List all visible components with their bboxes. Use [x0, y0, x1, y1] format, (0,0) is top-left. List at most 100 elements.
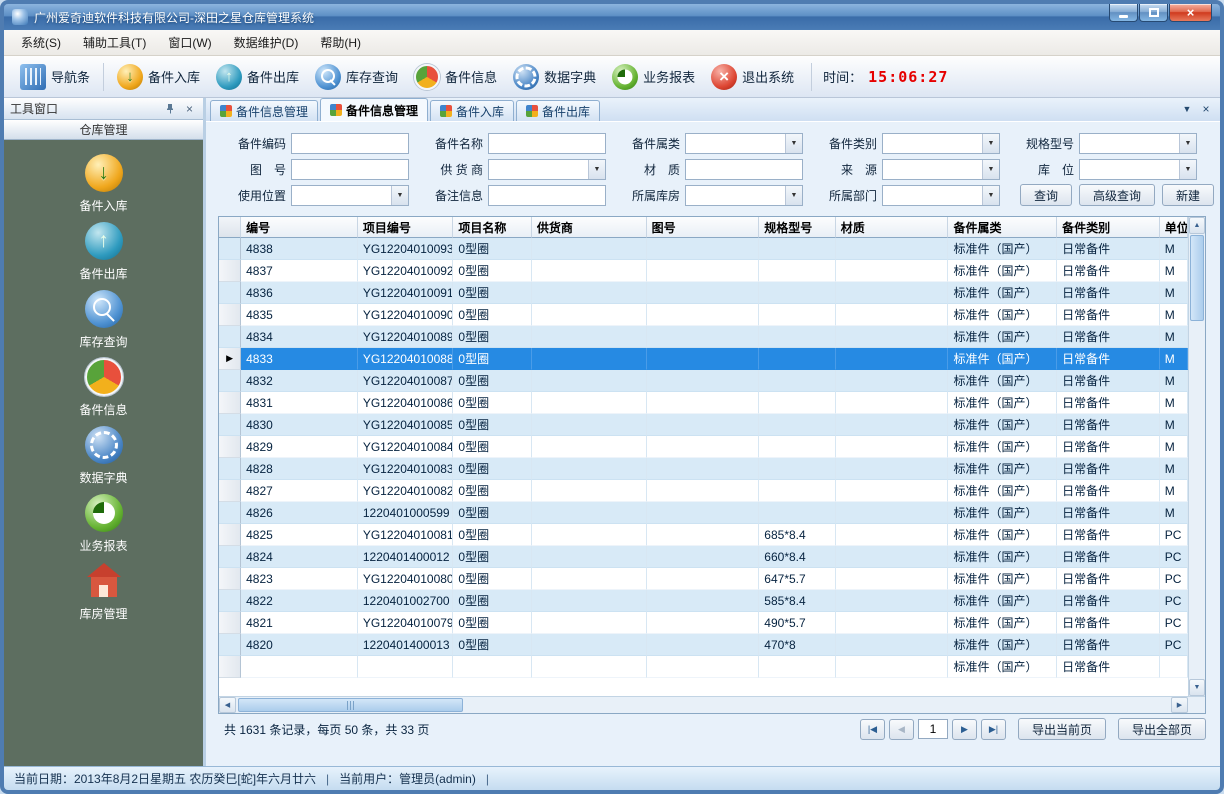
table-row[interactable]: 482412204014000120型圈660*8.4标准件（国产）日常备件PC: [219, 546, 1188, 568]
minimize-button[interactable]: [1109, 4, 1138, 22]
row-selector[interactable]: [219, 282, 241, 304]
table-row[interactable]: 482212204010027000型圈585*8.4标准件（国产）日常备件PC: [219, 590, 1188, 612]
search-select[interactable]: ▼: [488, 159, 606, 180]
search-select[interactable]: ▼: [882, 185, 1000, 206]
tab-1[interactable]: 备件信息管理: [320, 98, 428, 121]
sidebar-item-parts-outbound[interactable]: 备件出库: [4, 222, 203, 290]
sidebar-close-icon[interactable]: ×: [182, 101, 197, 116]
menu-item-3[interactable]: 数据维护(D): [223, 30, 310, 55]
row-selector[interactable]: [219, 546, 241, 568]
search-select[interactable]: ▼: [1079, 133, 1197, 154]
tab-list-icon[interactable]: ▼: [1179, 101, 1195, 117]
row-selector[interactable]: [219, 590, 241, 612]
row-selector[interactable]: [219, 656, 241, 678]
table-row[interactable]: 4828YG122040100830型圈标准件（国产）日常备件M: [219, 458, 1188, 480]
row-selector[interactable]: [219, 436, 241, 458]
search-input[interactable]: [488, 185, 606, 206]
search-select[interactable]: ▼: [291, 185, 409, 206]
first-page-button[interactable]: |◀: [860, 719, 885, 740]
table-row[interactable]: 4837YG122040100920型圈标准件（国产）日常备件M: [219, 260, 1188, 282]
column-header-1[interactable]: 项目编号: [358, 217, 454, 238]
toolbar-button-data-dictionary[interactable]: 数据字典: [505, 61, 604, 93]
pin-icon[interactable]: [163, 101, 178, 116]
search-select[interactable]: ▼: [685, 185, 803, 206]
export-all-pages-button[interactable]: 导出全部页: [1118, 718, 1206, 740]
sidebar-item-parts-inbound[interactable]: 备件入库: [4, 154, 203, 222]
row-selector[interactable]: [219, 480, 241, 502]
close-button[interactable]: ×: [1169, 4, 1212, 22]
toolbar-button-parts-outbound[interactable]: 备件出库: [208, 61, 307, 93]
column-header-6[interactable]: 材质: [836, 217, 949, 238]
prev-page-button[interactable]: ◀: [889, 719, 914, 740]
table-row[interactable]: 4838YG122040100930型圈标准件（国产）日常备件M: [219, 238, 1188, 260]
table-row[interactable]: 4821YG122040100790型圈490*5.7标准件（国产）日常备件PC: [219, 612, 1188, 634]
table-row[interactable]: 4830YG122040100850型圈标准件（国产）日常备件M: [219, 414, 1188, 436]
row-selector[interactable]: [219, 634, 241, 656]
sidebar-item-business-report[interactable]: 业务报表: [4, 494, 203, 562]
column-header-8[interactable]: 备件类别: [1057, 217, 1160, 238]
new-button[interactable]: 新建: [1162, 184, 1214, 206]
horizontal-scroll-track[interactable]: [236, 697, 1171, 713]
search-select[interactable]: ▼: [685, 133, 803, 154]
table-row[interactable]: 4823YG122040100800型圈647*5.7标准件（国产）日常备件PC: [219, 568, 1188, 590]
search-input[interactable]: [291, 159, 409, 180]
horizontal-scrollbar[interactable]: ◀ ▶: [219, 696, 1205, 713]
column-header-3[interactable]: 供货商: [532, 217, 647, 238]
menu-item-0[interactable]: 系统(S): [10, 30, 72, 55]
table-row[interactable]: 4831YG122040100860型圈标准件（国产）日常备件M: [219, 392, 1188, 414]
query-button[interactable]: 查询: [1020, 184, 1072, 206]
row-selector[interactable]: [219, 260, 241, 282]
table-row[interactable]: ▶4833YG122040100880型圈标准件（国产）日常备件M: [219, 348, 1188, 370]
search-select[interactable]: ▼: [882, 133, 1000, 154]
search-select[interactable]: ▼: [882, 159, 1000, 180]
tab-3[interactable]: 备件出库: [516, 100, 600, 121]
table-row[interactable]: 4835YG122040100900型圈标准件（国产）日常备件M: [219, 304, 1188, 326]
column-header-5[interactable]: 规格型号: [759, 217, 835, 238]
vertical-scrollbar[interactable]: ▲ ▼: [1188, 217, 1205, 696]
sidebar-item-inventory-search[interactable]: 库存查询: [4, 290, 203, 358]
row-selector[interactable]: [219, 370, 241, 392]
tab-close-icon[interactable]: ×: [1198, 101, 1214, 117]
menu-item-1[interactable]: 辅助工具(T): [72, 30, 157, 55]
sidebar-item-parts-info[interactable]: 备件信息: [4, 358, 203, 426]
table-row[interactable]: 4832YG122040100870型圈标准件（国产）日常备件M: [219, 370, 1188, 392]
toolbar-button-business-report[interactable]: 业务报表: [604, 61, 703, 93]
column-header-7[interactable]: 备件属类: [948, 217, 1057, 238]
scroll-up-icon[interactable]: ▲: [1189, 217, 1205, 234]
row-selector[interactable]: [219, 304, 241, 326]
export-current-page-button[interactable]: 导出当前页: [1018, 718, 1106, 740]
tab-2[interactable]: 备件入库: [430, 100, 514, 121]
table-row[interactable]: 4836YG122040100910型圈标准件（国产）日常备件M: [219, 282, 1188, 304]
search-input[interactable]: [291, 133, 409, 154]
search-input[interactable]: [685, 159, 803, 180]
sidebar-item-warehouse-manage[interactable]: 库房管理: [4, 562, 203, 630]
table-row[interactable]: 4829YG122040100840型圈标准件（国产）日常备件M: [219, 436, 1188, 458]
row-selector[interactable]: [219, 458, 241, 480]
table-row[interactable]: 482012204014000130型圈470*8标准件（国产）日常备件PC: [219, 634, 1188, 656]
row-selector[interactable]: [219, 238, 241, 260]
toolbar-button-parts-info[interactable]: 备件信息: [406, 61, 505, 93]
scroll-down-icon[interactable]: ▼: [1189, 679, 1205, 696]
toolbar-button-navbar[interactable]: 导航条: [12, 61, 98, 93]
table-row[interactable]: 4825YG122040100810型圈685*8.4标准件（国产）日常备件PC: [219, 524, 1188, 546]
column-header-9[interactable]: 单位: [1160, 217, 1188, 238]
page-number-input[interactable]: [918, 719, 948, 739]
toolbar-button-parts-inbound[interactable]: 备件入库: [109, 61, 208, 93]
row-selector[interactable]: [219, 414, 241, 436]
advanced-query-button[interactable]: 高级查询: [1079, 184, 1155, 206]
table-row[interactable]: 4834YG122040100890型圈标准件（国产）日常备件M: [219, 326, 1188, 348]
next-page-button[interactable]: ▶: [952, 719, 977, 740]
search-select[interactable]: ▼: [1079, 159, 1197, 180]
row-selector[interactable]: [219, 502, 241, 524]
menu-item-4[interactable]: 帮助(H): [309, 30, 372, 55]
table-row[interactable]: 标准件（国产）日常备件: [219, 656, 1188, 678]
toolbar-button-inventory-search[interactable]: 库存查询: [307, 61, 406, 93]
table-row[interactable]: 482612204010005990型圈标准件（国产）日常备件M: [219, 502, 1188, 524]
row-selector[interactable]: [219, 568, 241, 590]
last-page-button[interactable]: ▶|: [981, 719, 1006, 740]
row-selector[interactable]: [219, 612, 241, 634]
table-row[interactable]: 4827YG122040100820型圈标准件（国产）日常备件M: [219, 480, 1188, 502]
row-selector[interactable]: [219, 392, 241, 414]
vertical-scroll-thumb[interactable]: [1190, 235, 1204, 321]
row-selector[interactable]: [219, 524, 241, 546]
